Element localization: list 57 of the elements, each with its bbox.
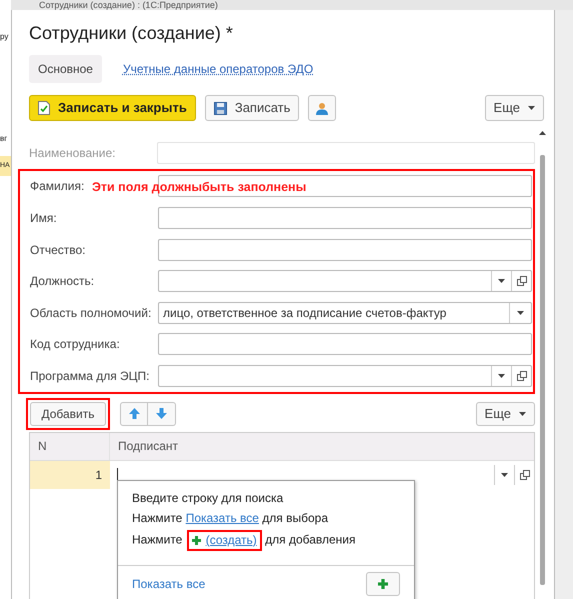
create-link[interactable]: (создать): [206, 532, 257, 549]
field-label: Область полномочий:: [30, 304, 152, 322]
arrow-up-icon: [128, 408, 140, 420]
show-all-link[interactable]: Показать все: [132, 575, 206, 593]
open-icon: [520, 470, 530, 480]
add-button[interactable]: [366, 572, 400, 596]
scroll-up-icon: [539, 131, 546, 135]
add-button[interactable]: Добавить: [30, 402, 106, 426]
caret-icon: [498, 374, 505, 378]
caret-icon: [498, 279, 505, 284]
document-check-icon: [38, 101, 50, 115]
hint-text: Нажмите (создать) для добавления: [132, 530, 400, 551]
open-icon: [516, 370, 526, 381]
tab[interactable]: Учетные данные операторов ЭДО: [114, 55, 322, 83]
hint-text: Нажмите Показать все для выбора: [132, 510, 330, 527]
field-label: Отчество:: [30, 242, 86, 259]
field-label: Фамилия:: [30, 178, 84, 196]
move-down-button[interactable]: [148, 402, 176, 426]
move-up-button[interactable]: [120, 402, 148, 426]
hint-text: Введите строку для поиска: [132, 490, 284, 507]
text-field[interactable]: [158, 333, 532, 356]
table-cell: 1: [30, 460, 110, 489]
text-field[interactable]: [158, 206, 532, 229]
column-header: N: [30, 432, 110, 460]
person-button[interactable]: [308, 95, 336, 121]
save-button[interactable]: Записать: [204, 95, 300, 121]
more-button[interactable]: Еще: [476, 402, 535, 426]
background-text: ру: [0, 32, 10, 42]
person-icon: [316, 102, 328, 114]
field-label: Должность:: [30, 273, 94, 290]
background-text: вг: [0, 134, 8, 144]
show-all-link[interactable]: Показать все: [186, 511, 259, 525]
save-and-close-button[interactable]: Записать и закрыть: [29, 95, 196, 121]
column-header: Подписант: [117, 438, 180, 456]
caret-icon: [528, 106, 535, 110]
arrow-down-icon: [156, 408, 167, 420]
plus-icon: [192, 536, 201, 545]
window-title: Сотрудники (создание) : (1С:Предприятие): [39, 0, 218, 10]
select-field[interactable]: лицо, ответственное за подписание счетов-фактур: [158, 302, 532, 324]
more-button[interactable]: Еще: [484, 95, 544, 121]
plus-icon: [378, 579, 388, 589]
field-value: лицо, ответственное за подписание счетов-фактур: [162, 304, 448, 322]
open-icon: [516, 276, 526, 286]
caret-icon: [501, 472, 508, 477]
field-label: Код сотрудника:: [30, 336, 120, 354]
caret-icon: [517, 310, 524, 315]
select-field[interactable]: [158, 270, 532, 292]
select-field[interactable]: [158, 364, 532, 387]
field-label: Наименование:: [29, 144, 116, 162]
warning-note: Эти поля должныбыть заполнены: [92, 178, 306, 196]
scrollbar-thumb[interactable]: [540, 155, 545, 585]
text-field[interactable]: [158, 238, 532, 261]
field-label: Программа для ЭЦП:: [30, 368, 150, 385]
tab[interactable]: Основное: [29, 55, 102, 83]
caret-icon: [519, 412, 526, 416]
form-title: Сотрудники (создание) *: [29, 22, 234, 44]
field-label: Имя:: [30, 210, 57, 227]
